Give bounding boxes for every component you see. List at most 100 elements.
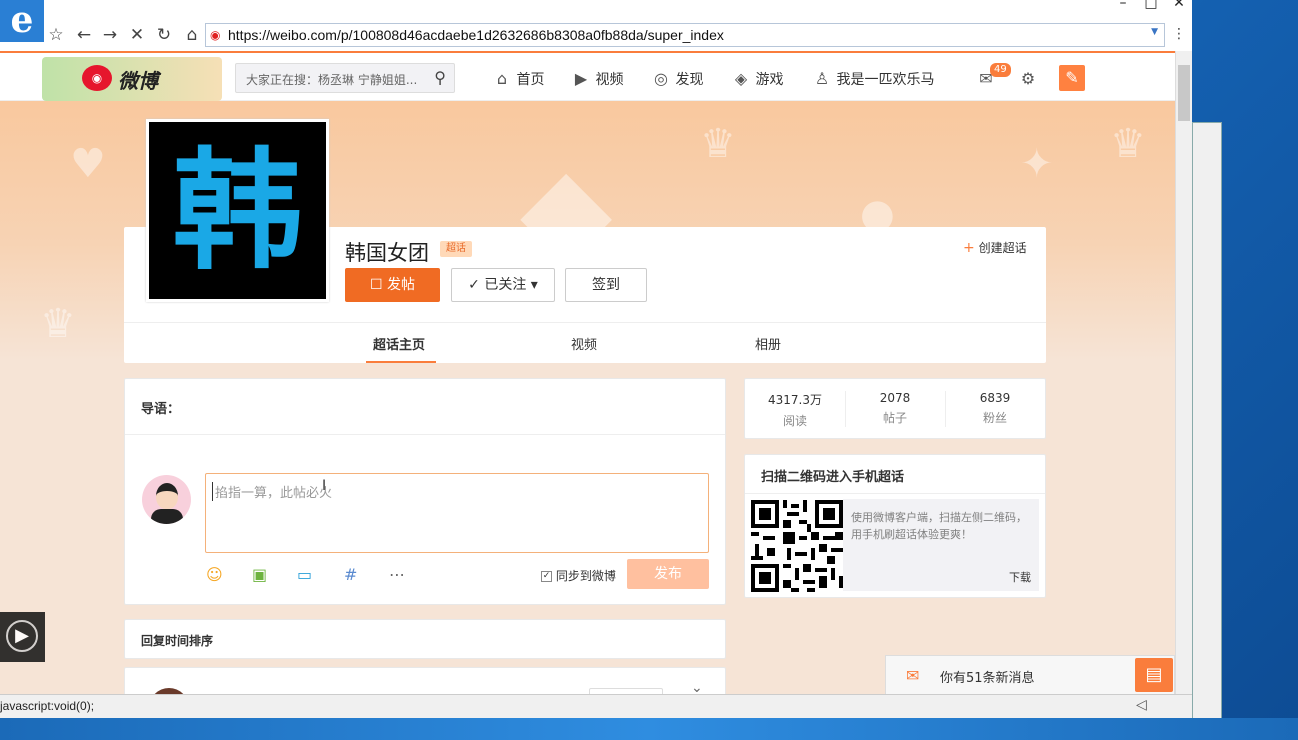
ie-logo-icon: e — [0, 0, 44, 42]
crown-icon-2: ♛ — [1110, 121, 1146, 167]
search-icon[interactable]: ⚲ — [434, 68, 446, 87]
post-item: ⌄ — [124, 667, 726, 694]
check-icon: ✓ — [468, 277, 480, 293]
address-dropdown-icon[interactable]: ▼ — [1151, 27, 1158, 37]
nav-user[interactable]: ♙ 我是一匹欢乐马 — [812, 69, 935, 89]
nav-home-label: 首页 — [516, 72, 545, 88]
qr-panel: 扫描二维码进入手机超话 使用微博客户端，扫描左侧二维码，用手机刷超话体验更爽！ … — [744, 454, 1046, 598]
following-button[interactable]: ✓ 已关注 ▾ — [451, 268, 555, 302]
tab-video[interactable]: 视频 — [571, 334, 597, 353]
video-icon: ▶ — [574, 69, 588, 88]
qr-description: 使用微博客户端，扫描左侧二维码，用手机刷超话体验更爽！ — [851, 511, 1027, 541]
post-button[interactable]: ☐ 发帖 — [345, 268, 440, 302]
compass-icon: ◎ — [654, 69, 668, 88]
create-supertopic-link[interactable]: + 创建超话 — [963, 239, 1027, 256]
composer-panel: 导语： 掐指一算，此帖必火 ☺ ▣ ▭ # ⋯ ✓ 同步到微博 发布 — [124, 378, 726, 605]
refresh-icon[interactable]: ↻ — [152, 24, 176, 46]
back-arrow-icon[interactable]: ← — [72, 24, 96, 46]
stat-value: 6839 — [979, 391, 1011, 405]
qr-title: 扫描二维码进入手机超话 — [761, 470, 905, 485]
stat-value: 2078 — [879, 391, 911, 405]
envelope-icon: ✉ — [906, 666, 920, 685]
chevron-down-icon[interactable]: ⌄ — [691, 680, 703, 694]
search-input[interactable]: 大家正在搜：杨丞琳 宁静姐姐... — [246, 71, 422, 88]
hashtag-icon[interactable]: # — [344, 565, 357, 584]
text-cursor-icon: I — [322, 478, 327, 494]
nav-home[interactable]: ⌂ 首页 — [492, 69, 545, 89]
nav-user-label: 我是一匹欢乐马 — [836, 72, 935, 88]
sync-checkbox[interactable]: ✓ 同步到微博 — [541, 567, 616, 584]
notice-text: 你有51条新消息 — [940, 671, 1035, 686]
stop-icon[interactable]: ✕ — [125, 24, 149, 46]
image-icon[interactable]: ▣ — [252, 565, 267, 584]
nav-video-label: 视频 — [595, 72, 624, 88]
nav-discover-label: 发现 — [675, 72, 704, 88]
checkbox-icon[interactable]: ✓ — [541, 571, 552, 582]
sort-label[interactable]: 回复时间排序 — [141, 632, 213, 649]
background-window[interactable] — [1192, 122, 1222, 726]
status-text: javascript:void(0); — [0, 699, 95, 713]
textarea-placeholder: 掐指一算，此帖必火 — [212, 482, 332, 501]
chat-bubble-icon[interactable]: ▤ — [1135, 658, 1173, 692]
new-message-notice[interactable]: ✉ 你有51条新消息 ▤ — [885, 655, 1175, 695]
weibo-logo[interactable]: ◉ 微博 — [42, 57, 222, 101]
tab-home[interactable]: 超话主页 — [373, 334, 425, 353]
video-camera-icon[interactable]: ▭ — [297, 565, 312, 584]
speaker-icon[interactable]: ◁ — [1136, 697, 1147, 713]
compose-edit-icon[interactable]: ✎ — [1059, 65, 1085, 91]
title-bar: – □ ✕ — [0, 0, 1192, 20]
more-dots-icon[interactable]: ⋯ — [389, 565, 405, 584]
tab-album[interactable]: 相册 — [755, 334, 781, 353]
divider — [125, 434, 725, 435]
page-viewport: ♥ ◆ ♛ ● ✦ ♛ ♛ ◉ 微博 大家正在搜：杨丞琳 宁静姐姐... ⚲ ⌂… — [0, 51, 1175, 694]
nav-game[interactable]: ◈ 游戏 — [731, 69, 784, 89]
download-link[interactable]: 下载 — [1009, 569, 1031, 585]
emoji-icon[interactable]: ☺ — [206, 565, 223, 584]
create-label: 创建超话 — [978, 241, 1027, 255]
caret-down-icon: ▾ — [530, 277, 538, 293]
stat-reads: 4317.3万 阅读 — [745, 391, 845, 429]
topic-avatar: 韩 — [146, 119, 329, 302]
stat-label: 阅读 — [782, 414, 807, 428]
sync-label: 同步到微博 — [555, 569, 616, 583]
star-icon: ✦ — [1020, 141, 1054, 187]
nav-discover[interactable]: ◎ 发现 — [651, 69, 703, 89]
qr-info: 使用微博客户端，扫描左侧二维码，用手机刷超话体验更爽！ 下载 — [843, 499, 1039, 591]
weibo-eye-icon: ◉ — [82, 65, 112, 91]
topic-title: 韩国女团 — [345, 241, 429, 265]
plus-icon: + — [963, 240, 975, 256]
forward-arrow-icon[interactable]: → — [98, 24, 122, 46]
crown-icon-3: ♛ — [40, 301, 76, 347]
favorites-star-icon[interactable]: ☆ — [44, 24, 68, 46]
home-icon[interactable]: ⌂ — [180, 24, 204, 46]
nav-video[interactable]: ▶ 视频 — [571, 69, 624, 89]
scrollbar-thumb[interactable] — [1178, 65, 1190, 121]
search-box[interactable]: 大家正在搜：杨丞琳 宁静姐姐... ⚲ — [235, 63, 455, 93]
logo-text: 微博 — [118, 69, 158, 93]
message-count-badge: 49 — [990, 63, 1011, 77]
user-icon: ♙ — [814, 69, 830, 88]
maximize-button[interactable]: □ — [1138, 0, 1164, 12]
active-tab-indicator — [366, 361, 436, 363]
more-menu-icon[interactable]: ⋮ — [1172, 26, 1186, 42]
vertical-scrollbar[interactable] — [1175, 51, 1192, 694]
divider — [745, 493, 1045, 494]
user-avatar[interactable] — [142, 475, 191, 524]
sort-bar: 回复时间排序 — [124, 619, 726, 659]
address-url[interactable]: https://weibo.com/p/100808d46acdaebe1d26… — [228, 27, 724, 43]
supertopic-badge: 超话 — [440, 241, 472, 257]
stat-label: 粉丝 — [982, 411, 1007, 425]
address-bar[interactable]: ◉ https://weibo.com/p/100808d46acdaebe1d… — [205, 23, 1165, 47]
settings-gear-icon[interactable]: ⚙ — [1018, 69, 1038, 88]
minimize-button[interactable]: – — [1110, 0, 1136, 12]
signin-button[interactable]: 签到 — [565, 268, 647, 302]
following-label: 已关注 — [484, 277, 527, 293]
play-icon[interactable]: ▶ — [6, 620, 38, 652]
stat-fans: 6839 粉丝 — [945, 391, 1045, 426]
close-window-button[interactable]: ✕ — [1166, 0, 1192, 12]
stat-label: 帖子 — [882, 411, 907, 425]
publish-button[interactable]: 发布 — [627, 559, 709, 589]
media-overlay[interactable]: ▶ — [0, 612, 45, 662]
post-textarea[interactable]: 掐指一算，此帖必火 — [205, 473, 709, 553]
taskbar — [0, 718, 1298, 740]
